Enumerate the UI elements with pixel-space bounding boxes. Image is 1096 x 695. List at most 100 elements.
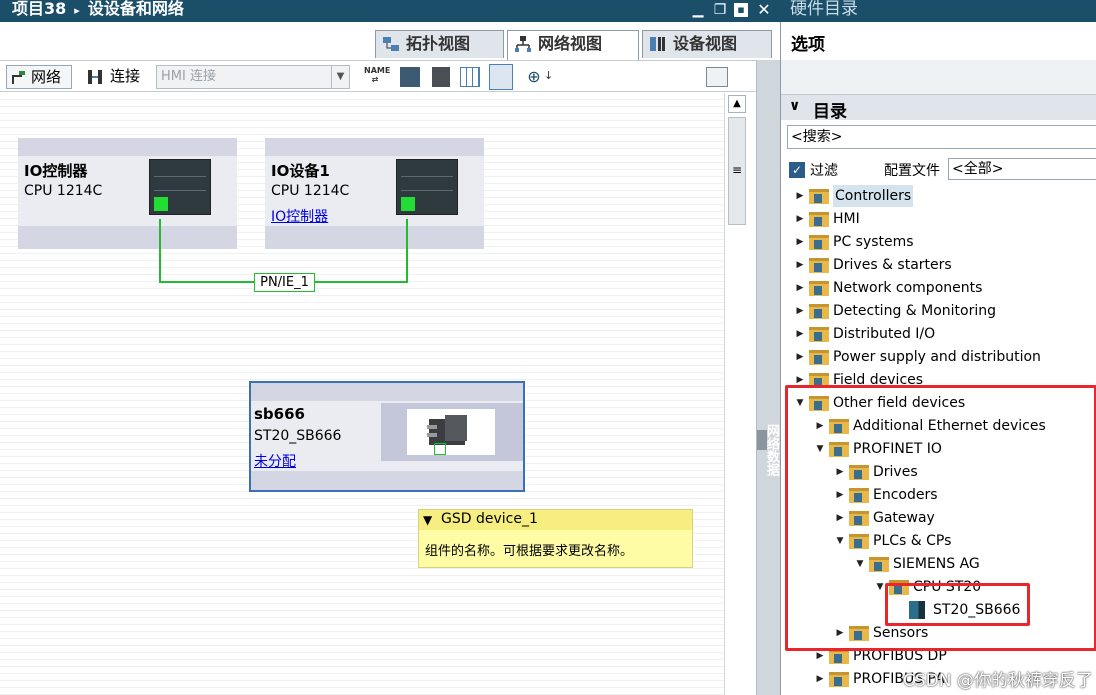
catalog-search-input[interactable]: <搜索> (787, 125, 1096, 149)
profile-label: 配置文件 (884, 163, 940, 179)
collapsed-arrow-icon[interactable]: ▶ (795, 323, 805, 345)
minimize-icon[interactable]: ▁ (690, 2, 706, 18)
folder-icon (829, 649, 849, 664)
catalog-section-label: 目录 (813, 102, 847, 122)
device-type: ST20_SB666 (254, 428, 342, 444)
catalog-tree-label: Power supply and distribution (833, 349, 1041, 365)
network-mode-button[interactable]: 网络 (6, 65, 72, 89)
table-view-icon[interactable] (460, 67, 480, 87)
folder-icon (809, 327, 829, 342)
folder-icon (809, 189, 829, 204)
tooltip-title: ▼ GSD device_1 (419, 510, 692, 530)
tab-network-view[interactable]: 网络视图 (507, 30, 639, 60)
caret-down-icon: ▼ (423, 513, 433, 527)
catalog-tree-item[interactable]: ▶ Distributed I/O (781, 323, 1096, 345)
folder-icon (809, 304, 829, 319)
connection-type-value: HMI 连接 (161, 69, 216, 84)
watermark: CSDN @你的秋裤穿反了 (903, 671, 1093, 691)
tab-device-view[interactable]: 设备视图 (642, 30, 772, 58)
network-mode-icon (12, 71, 25, 84)
connect-mode-icon (88, 70, 102, 84)
network-canvas[interactable]: IO控制器 CPU 1214C IO设备1 CPU 1214C IO控制器 PN… (0, 93, 724, 695)
catalog-tree-label: Network components (833, 280, 983, 296)
catalog-tree-label: HMI (833, 211, 860, 227)
catalog-tree-item[interactable]: ▶ PC systems (781, 231, 1096, 253)
tooltip-text: 组件的名称。可根据要求更改名称。 (425, 544, 634, 559)
scroll-up-icon[interactable]: ▲ (728, 95, 746, 113)
screenshot-icon[interactable] (706, 67, 728, 87)
tab-topology-label: 拓扑视图 (406, 34, 471, 53)
connection-type-select[interactable]: HMI 连接 ▼ (156, 65, 350, 89)
breadcrumb-separator: ▸ (74, 4, 80, 17)
zoom-arrow-icon[interactable]: ↓ (544, 69, 556, 87)
device-sb666[interactable]: sb666 ST20_SB666 未分配 (249, 381, 525, 492)
collapsed-arrow-icon[interactable]: ▶ (795, 208, 805, 230)
collapsed-arrow-icon[interactable]: ▶ (795, 300, 805, 322)
view-tabs: 拓扑视图 网络视图 设备视图 (0, 22, 780, 60)
device-view-icon (650, 37, 665, 51)
zoom-icon[interactable]: ⊕ (524, 67, 544, 87)
hardware-catalog-title: 硬件目录 (780, 0, 1096, 22)
collapsed-arrow-icon[interactable]: ▶ (795, 254, 805, 276)
network-view-icon (515, 36, 531, 52)
profinet-connection[interactable] (0, 93, 724, 393)
restore-icon[interactable]: ❐ (712, 2, 728, 18)
catalog-section-header[interactable]: ∨ 目录 (781, 94, 1096, 122)
tab-network-label: 网络视图 (538, 34, 603, 53)
collapsed-arrow-icon[interactable]: ▶ (795, 231, 805, 253)
rename-icon[interactable]: NAME ⇄ (364, 66, 390, 88)
editor-title-bar: 项目38 ▸ 设设备和网络 ▁ ❐ ▪ ✕ (0, 0, 780, 22)
show-interfaces-icon[interactable] (400, 67, 420, 87)
collapsed-arrow-icon[interactable]: ▶ (815, 668, 825, 690)
maximize-icon[interactable]: ▪ (734, 3, 748, 17)
breadcrumb-page: 设设备和网络 (87, 0, 184, 18)
catalog-tree-item[interactable]: ▶ Controllers (781, 185, 1096, 207)
close-icon[interactable]: ✕ (756, 2, 772, 18)
connect-mode-button[interactable]: 连接 (82, 65, 148, 89)
collapsed-arrow-icon[interactable]: ▶ (795, 185, 805, 207)
folder-icon (809, 350, 829, 365)
options-label[interactable]: 选项 (791, 30, 825, 55)
io-module-icon (427, 415, 467, 445)
collapsed-arrow-icon[interactable]: ▶ (795, 277, 805, 299)
connect-mode-label: 连接 (110, 67, 141, 85)
device-image-area (381, 403, 523, 461)
filter-label: 过滤 (810, 163, 838, 179)
folder-icon (809, 281, 829, 296)
port-icon[interactable] (434, 443, 446, 455)
tab-topology-view[interactable]: 拓扑视图 (375, 30, 504, 58)
folder-icon (829, 672, 849, 687)
tooltip-title-text: GSD device_1 (441, 511, 538, 527)
folder-icon (809, 258, 829, 273)
chevron-down-icon[interactable]: ▼ (331, 66, 349, 88)
overview-icon[interactable] (489, 64, 513, 90)
chevron-down-icon[interactable]: ∨ (789, 98, 800, 114)
catalog-tree-label: PC systems (833, 234, 914, 250)
catalog-tree-item[interactable]: ▶ HMI (781, 208, 1096, 230)
network-data-sidebar[interactable]: 网络数据 (756, 60, 780, 695)
network-mode-label: 网络 (31, 68, 62, 86)
unassigned-link[interactable]: 未分配 (254, 451, 296, 471)
sidebar-label: 网络数据 (764, 424, 779, 476)
profile-select[interactable]: <全部> (948, 158, 1096, 180)
network-label[interactable]: PN/IE_1 (254, 273, 315, 292)
catalog-tree-item[interactable]: ▶ Power supply and distribution (781, 346, 1096, 368)
catalog-tree-label: Distributed I/O (833, 326, 936, 342)
catalog-tree-label: Drives & starters (833, 257, 952, 273)
catalog-tree-label: Controllers (833, 185, 914, 207)
breadcrumb-project[interactable]: 项目38 (12, 0, 66, 18)
device-name: sb666 (254, 405, 305, 423)
filter-checkbox[interactable]: ✓ (789, 162, 805, 178)
catalog-tree-item[interactable]: ▶ Detecting & Monitoring (781, 300, 1096, 322)
catalog-tree-item[interactable]: ▶ Network components (781, 277, 1096, 299)
catalog-tree-label: Detecting & Monitoring (833, 303, 997, 319)
scroll-thumb[interactable]: ≡ (728, 117, 746, 225)
tab-device-label: 设备视图 (673, 34, 738, 53)
hardware-catalog-panel: 选项 ∨ 目录 <搜索> ✓ 过滤 配置文件 <全部> ▶ Controllers… (780, 22, 1096, 695)
topology-icon (383, 37, 399, 51)
device-properties-icon[interactable] (432, 67, 450, 87)
folder-icon (809, 212, 829, 227)
collapsed-arrow-icon[interactable]: ▶ (795, 346, 805, 368)
catalog-tree-item[interactable]: ▶ Drives & starters (781, 254, 1096, 276)
canvas-scrollbar[interactable]: ▲ ≡ (724, 93, 748, 695)
